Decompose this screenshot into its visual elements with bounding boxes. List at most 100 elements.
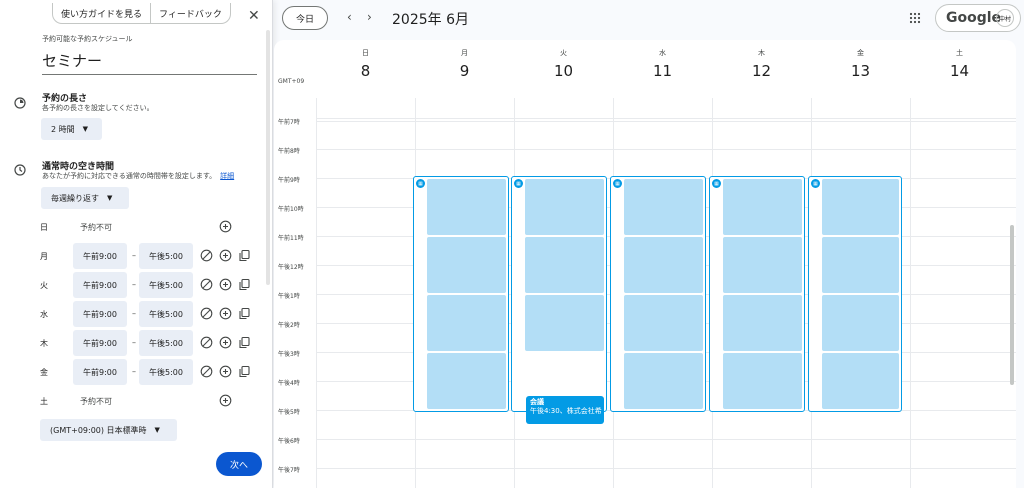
day-row-thu: 木 午前9:00 – 午後5:00 [40,330,255,356]
calendar-scrollbar[interactable] [1010,225,1014,385]
block-icon[interactable] [200,278,213,291]
day-row-tue: 火 午前9:00 – 午後5:00 [40,272,255,298]
end-time-field[interactable]: 午後5:00 [139,272,193,298]
availability-block-mon[interactable]: ▦ [413,176,509,412]
details-link[interactable]: 詳細 [220,172,234,180]
availability-block-thu[interactable]: ▦ [709,176,805,412]
day-header-sat[interactable]: 土 14 [910,48,1009,80]
block-icon[interactable] [200,365,213,378]
apps-grid-icon[interactable] [909,12,921,24]
calendar-grid-icon: ▦ [416,179,425,188]
slot[interactable] [427,353,506,409]
grid-line [316,439,1016,440]
block-icon[interactable] [200,307,213,320]
end-time-field[interactable]: 午後5:00 [139,301,193,327]
availability-block-fri[interactable]: ▦ [808,176,902,412]
add-circle-icon[interactable] [219,278,232,291]
weekday: 火 [560,49,567,57]
range-separator: – [132,338,136,347]
availability-subtitle: あなたが予約に対応できる通常の時間帯を設定します。 詳細 [42,171,234,181]
next-week-icon[interactable]: › [367,10,372,24]
day-header-thu[interactable]: 木 12 [712,48,811,80]
panel-scrollbar[interactable] [266,30,270,285]
feedback-button[interactable]: フィードバック [150,3,230,23]
copy-icon[interactable] [238,307,251,320]
hour-label: 午後12時 [278,264,304,271]
weekday: 木 [758,49,765,57]
google-account-button[interactable]: Google 中村 [935,4,1021,32]
clock-icon [14,164,26,176]
copy-icon[interactable] [238,249,251,262]
day-header-mon[interactable]: 月9 [415,48,514,80]
slot[interactable] [427,295,506,351]
start-time-field[interactable]: 午前9:00 [73,243,127,269]
block-icon[interactable] [200,249,213,262]
copy-icon[interactable] [238,336,251,349]
day-header-wed[interactable]: 水 11 [613,48,712,80]
availability-block-tue[interactable]: ▦ [511,176,607,412]
end-time-field[interactable]: 午後5:00 [139,359,193,385]
panel-top-buttons: 使い方ガイドを見る フィードバック [52,3,231,24]
day-header-tue[interactable]: 火 10 [514,48,613,80]
grid-line [316,149,1016,150]
help-guide-button[interactable]: 使い方ガイドを見る [53,3,150,23]
timezone-select[interactable]: (GMT+09:00) 日本標準時 ▼ [40,419,177,441]
hour-label: 午後5時 [278,409,300,416]
slot[interactable] [723,237,802,293]
day-header-sun[interactable]: 日8 [316,48,415,80]
slot[interactable] [525,237,604,293]
today-button[interactable]: 今日 [282,6,328,30]
slot[interactable] [822,179,899,235]
slot[interactable] [723,179,802,235]
range-separator: – [132,251,136,260]
slot[interactable] [525,179,604,235]
start-time-field[interactable]: 午前9:00 [73,359,127,385]
hour-label: 午後3時 [278,351,300,358]
timezone-value: (GMT+09:00) 日本標準時 [50,425,147,435]
add-circle-icon[interactable] [219,336,232,349]
slot[interactable] [822,295,899,351]
unavailable-text: 予約不可 [80,223,112,232]
duration-value: 2 時間 [51,124,75,134]
slot[interactable] [525,295,604,351]
slot[interactable] [624,179,703,235]
repeat-select[interactable]: 毎週繰り返す ▼ [41,187,129,209]
add-circle-icon[interactable] [219,307,232,320]
grid-line [316,121,1016,122]
copy-icon[interactable] [238,365,251,378]
slot[interactable] [427,179,506,235]
timelapse-icon [14,97,26,109]
add-circle-icon[interactable] [219,249,232,262]
schedule-title-input[interactable]: セミナー [42,50,257,75]
add-circle-icon[interactable] [219,220,232,233]
duration-select[interactable]: 2 時間 ▼ [41,118,102,140]
slot[interactable] [723,295,802,351]
start-time-field[interactable]: 午前9:00 [73,272,127,298]
copy-icon[interactable] [238,278,251,291]
add-circle-icon[interactable] [219,365,232,378]
add-circle-icon[interactable] [219,394,232,407]
slot[interactable] [624,237,703,293]
date-number: 9 [459,62,470,80]
prev-week-icon[interactable]: ‹ [347,10,352,24]
block-icon[interactable] [200,336,213,349]
slot[interactable] [822,353,899,409]
slot[interactable] [723,353,802,409]
next-button[interactable]: 次へ [216,452,262,476]
slot[interactable] [624,295,703,351]
availability-block-wed[interactable]: ▦ [610,176,706,412]
slot[interactable] [624,353,703,409]
day-header-fri[interactable]: 金 13 [811,48,910,80]
schedule-label: 予約可能な予約スケジュール [42,35,133,43]
start-time-field[interactable]: 午前9:00 [73,301,127,327]
start-time-field[interactable]: 午前9:00 [73,330,127,356]
meeting-event[interactable]: 会議 午後4:30、株式会社希 [526,396,604,424]
hour-label: 午前10時 [278,206,304,213]
close-icon[interactable]: ✕ [248,9,262,23]
end-time-field[interactable]: 午後5:00 [139,243,193,269]
hour-label: 午前7時 [278,119,300,126]
slot[interactable] [822,237,899,293]
day-row-sun: 日 予約不可 [40,214,255,240]
end-time-field[interactable]: 午後5:00 [139,330,193,356]
slot[interactable] [427,237,506,293]
